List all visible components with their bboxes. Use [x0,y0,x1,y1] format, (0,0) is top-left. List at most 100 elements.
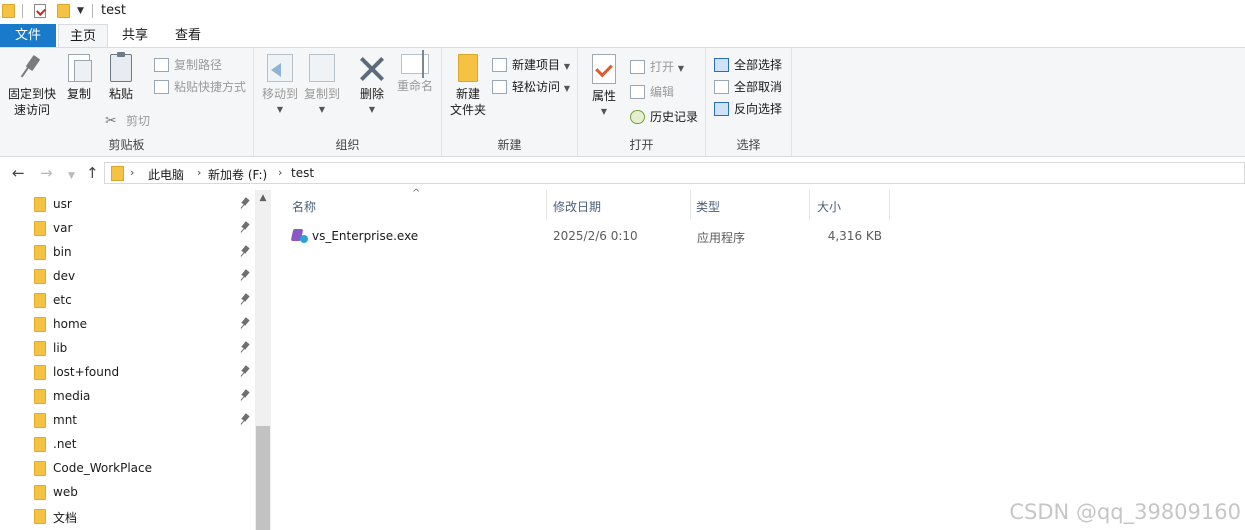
folder-icon [2,4,15,18]
open-button[interactable]: 打开 ▼ [630,58,684,76]
new-folder-button[interactable]: 新建 文件夹 [446,54,490,118]
copy-path-button[interactable]: 复制路径 [154,56,222,74]
nav-item-label: .net [53,437,77,451]
new-item-button[interactable]: 新建项目 ▼ [492,56,570,74]
scroll-up-icon[interactable]: ▲ [255,193,271,203]
nav-item[interactable]: etc [0,288,255,312]
tab-file[interactable]: 文件 [0,24,56,48]
edit-button[interactable]: 编辑 [630,83,674,101]
copy-to-button[interactable]: 复制到 ▼ [302,54,342,118]
nav-item[interactable]: 文档 [0,504,255,528]
nav-item[interactable]: dev [0,264,255,288]
properties-button[interactable]: 属性 ▼ [586,54,622,120]
new-folder-quick-icon[interactable] [57,4,70,18]
recent-locations-chevron-icon[interactable]: ▼ [68,168,75,184]
nav-item[interactable]: bin [0,240,255,264]
copy-button[interactable]: 复制 [62,54,96,102]
chevron-down-icon[interactable]: ▼ [77,6,84,16]
select-none-button[interactable]: 全部取消 [714,78,782,96]
properties-quick-icon[interactable] [34,4,46,18]
properties-label: 属性 [591,89,616,103]
new-group: 新建 文件夹 新建项目 ▼ 轻松访问 ▼ 新建 [442,48,578,156]
nav-scrollbar[interactable]: ▲ [255,190,271,530]
folder-icon [34,293,46,308]
move-to-button[interactable]: 移动到 ▼ [260,54,300,118]
pin-icon[interactable] [240,270,250,280]
column-date[interactable]: 修改日期 [553,198,601,215]
pin-icon[interactable] [240,318,250,328]
sort-ascending-icon: ^ [412,188,421,199]
pin-icon[interactable] [240,342,250,352]
nav-item[interactable]: var [0,216,255,240]
watermark: CSDN @qq_39809160 [1009,500,1241,524]
tab-home[interactable]: 主页 [58,24,108,48]
breadcrumb-drive[interactable]: 新加卷 (F:) [208,166,267,183]
select-none-icon [714,80,729,94]
column-divider[interactable] [690,190,691,220]
rename-button[interactable]: 重命名 [394,50,436,94]
folder-icon [34,413,46,428]
pin-icon[interactable] [240,366,250,376]
history-icon [630,110,645,124]
paste-shortcut-label: 粘贴快捷方式 [174,80,247,94]
cut-button[interactable]: ✂ 剪切 [105,112,150,130]
folder-icon [34,269,46,284]
nav-item[interactable]: lost+found [0,360,255,384]
forward-arrow-icon[interactable]: → [40,165,53,181]
column-divider[interactable] [546,190,547,220]
new-group-label: 新建 [497,138,522,152]
breadcrumb-separator[interactable]: › [278,166,282,179]
nav-item[interactable]: mnt [0,408,255,432]
delete-button[interactable]: 删除 ▼ [354,54,390,118]
column-divider[interactable] [809,190,810,220]
breadcrumb-test[interactable]: test [291,166,314,180]
nav-item-label: usr [53,197,72,211]
tab-view[interactable]: 查看 [164,24,212,48]
tab-share[interactable]: 共享 [112,24,158,48]
column-size[interactable]: 大小 [817,198,841,215]
nav-item[interactable]: web [0,480,255,504]
nav-item[interactable]: media [0,384,255,408]
file-type: 应用程序 [697,231,746,245]
easy-access-button[interactable]: 轻松访问 ▼ [492,78,570,96]
scissors-icon: ✂ [105,113,117,129]
breadcrumb-separator[interactable]: › [130,166,134,179]
paste-shortcut-button[interactable]: 粘贴快捷方式 [154,78,246,96]
pin-icon[interactable] [240,246,250,256]
pin-icon[interactable] [240,294,250,304]
column-type[interactable]: 类型 [696,198,720,215]
breadcrumb-this-pc[interactable]: 此电脑 [148,166,184,183]
nav-item-label: etc [53,293,72,307]
chevron-down-icon: ▼ [563,84,570,93]
address-bar[interactable]: › 此电脑 › 新加卷 (F:) › test [104,162,1245,184]
breadcrumb-separator[interactable]: › [197,166,201,179]
back-arrow-icon[interactable]: ← [12,165,25,181]
history-button[interactable]: 历史记录 [630,108,698,126]
scroll-thumb[interactable] [256,426,270,530]
pin-icon[interactable] [240,198,250,208]
column-divider[interactable] [889,190,890,220]
nav-item[interactable]: .net [0,432,255,456]
up-arrow-icon[interactable]: ↑ [86,165,99,181]
delete-icon [358,54,386,82]
invert-selection-button[interactable]: 反向选择 [714,100,782,118]
paste-icon [110,52,132,82]
nav-item[interactable]: usr [0,192,255,216]
select-group: 全部选择 全部取消 反向选择 选择 [706,48,792,156]
copy-to-icon [309,54,335,82]
file-row[interactable]: vs_Enterprise.exe 2025/2/6 0:10 应用程序 4,3… [288,226,888,248]
organize-group: 移动到 ▼ 复制到 ▼ 删除 ▼ 重命名 组织 [254,48,442,156]
pin-icon[interactable] [240,390,250,400]
paste-button[interactable]: 粘贴 [104,52,138,102]
nav-item[interactable]: lib [0,336,255,360]
nav-item-label: lost+found [53,365,120,379]
nav-item[interactable]: home [0,312,255,336]
rename-icon [401,50,429,78]
select-all-button[interactable]: 全部选择 [714,56,782,74]
nav-item[interactable]: Code_WorkPlace [0,456,255,480]
column-name[interactable]: 名称 [292,198,316,215]
pin-icon[interactable] [240,414,250,424]
pin-to-quick-access-button[interactable]: 固定到快 速访问 [4,54,60,118]
separator [22,4,23,18]
pin-icon[interactable] [240,222,250,232]
